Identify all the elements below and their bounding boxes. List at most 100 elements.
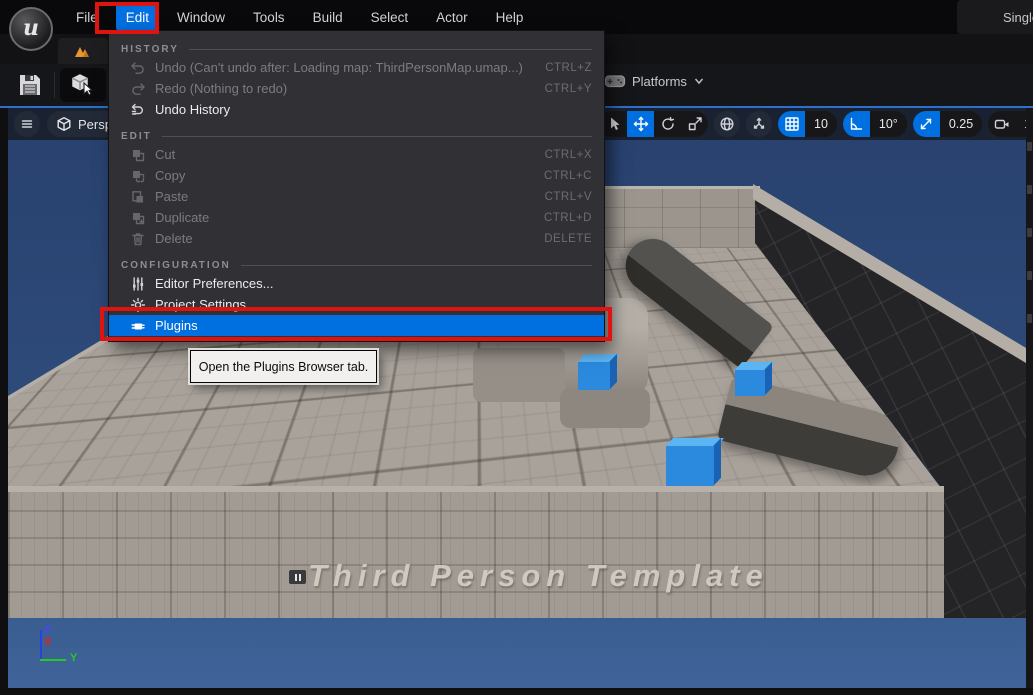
gamepad-icon xyxy=(604,72,626,90)
platform-front-face: Third Person Template xyxy=(8,492,944,620)
toolbar-separator xyxy=(54,72,55,98)
cut-icon xyxy=(129,146,146,163)
menubar-item-actor[interactable]: Actor xyxy=(426,5,478,30)
menu-item-label: Copy xyxy=(155,168,544,183)
menu-item-label: Undo (Can't undo after: Loading map: Thi… xyxy=(155,60,545,75)
angle-snap-control: 10° xyxy=(843,111,907,137)
menu-item-label: Cut xyxy=(155,147,545,162)
menu-item-label: Editor Preferences... xyxy=(155,276,592,291)
platforms-dropdown[interactable]: Platforms xyxy=(604,72,705,90)
scale-tool-button[interactable] xyxy=(681,111,708,137)
menu-item-copy[interactable]: CopyCTRL+C xyxy=(109,165,604,186)
chevron-down-icon xyxy=(693,75,705,87)
coordinate-system-button[interactable] xyxy=(714,111,740,137)
tooltip: Open the Plugins Browser tab. xyxy=(190,350,377,383)
delete-icon xyxy=(129,230,146,247)
gray-platform xyxy=(473,348,565,402)
copy-icon xyxy=(129,167,146,184)
paste-icon xyxy=(129,188,146,205)
menu-item-label: Redo (Nothing to redo) xyxy=(155,81,545,96)
menu-item-paste[interactable]: PasteCTRL+V xyxy=(109,186,604,207)
rotate-tool-button[interactable] xyxy=(654,111,681,137)
save-icon xyxy=(17,73,43,97)
menu-item-cut[interactable]: CutCTRL+X xyxy=(109,144,604,165)
menu-item-label: Duplicate xyxy=(155,210,544,225)
menubar-item-build[interactable]: Build xyxy=(303,5,353,30)
surface-snap-button[interactable] xyxy=(746,111,772,137)
axis-gizmo: Z X Y xyxy=(32,624,112,674)
redo-icon xyxy=(129,80,146,97)
surface-snap-icon xyxy=(751,116,767,132)
viewport-options-button[interactable] xyxy=(14,111,40,137)
globe-icon xyxy=(719,116,735,132)
scale-snap-control: 0.25 xyxy=(913,111,982,137)
mouse-cursor xyxy=(366,388,388,410)
menu-item-label: Undo History xyxy=(155,102,592,117)
axis-x-label: X xyxy=(44,636,51,648)
layout-chip-label: Single xyxy=(1003,10,1033,25)
perspective-label: Persp xyxy=(78,117,112,132)
grid-snap-icon[interactable] xyxy=(778,111,805,137)
menu-item-shortcut: CTRL+Z xyxy=(545,62,592,74)
menu-section-header: CONFIGURATION xyxy=(121,257,592,273)
menu-item-redo-nothing-to-redo[interactable]: Redo (Nothing to redo)CTRL+Y xyxy=(109,78,604,99)
move-tool-button[interactable] xyxy=(627,111,654,137)
undo-icon xyxy=(129,59,146,76)
blue-cube-mesh xyxy=(735,370,765,396)
menubar-item-window[interactable]: Window xyxy=(167,5,235,30)
undo-history-icon xyxy=(129,101,146,118)
menu-item-shortcut: DELETE xyxy=(544,233,592,245)
annotation-box-edit xyxy=(95,2,159,34)
menu-item-label: Delete xyxy=(155,231,544,246)
platforms-label: Platforms xyxy=(632,74,687,89)
menu-item-shortcut: CTRL+X xyxy=(545,149,592,161)
hamburger-icon xyxy=(19,116,35,132)
viewport-bottom-border xyxy=(0,688,1033,695)
menu-section-header: EDIT xyxy=(121,128,592,144)
menubar-item-tools[interactable]: Tools xyxy=(243,5,295,30)
menu-item-shortcut: CTRL+Y xyxy=(545,83,592,95)
grid-snap-control: 10 xyxy=(778,111,837,137)
edit-menu: HISTORY Undo (Can't undo after: Loading m… xyxy=(108,30,605,342)
menu-item-shortcut: CTRL+D xyxy=(544,212,592,224)
menu-item-shortcut: CTRL+C xyxy=(544,170,592,182)
text-actor-badge xyxy=(289,570,306,584)
cube-icon xyxy=(56,116,72,132)
scale-snap-icon[interactable] xyxy=(913,111,940,137)
angle-snap-value[interactable]: 10° xyxy=(870,111,907,137)
save-button[interactable] xyxy=(12,70,48,100)
duplicate-icon xyxy=(129,209,146,226)
menu-item-editor-preferences[interactable]: Editor Preferences... xyxy=(109,273,604,294)
grid-snap-value[interactable]: 10 xyxy=(805,111,837,137)
menu-item-undo-can-t-undo-after-lo[interactable]: Undo (Can't undo after: Loading map: Thi… xyxy=(109,57,604,78)
select-mode-button[interactable] xyxy=(60,68,106,102)
menu-item-undo-history[interactable]: Undo History xyxy=(109,99,604,120)
right-panel-tab-strip[interactable] xyxy=(1026,108,1033,695)
axis-y-label: Y xyxy=(70,652,77,664)
gray-platform xyxy=(560,388,650,428)
scale-snap-value[interactable]: 0.25 xyxy=(940,111,982,137)
viewport-left-border xyxy=(0,108,8,695)
floor-title-text: Third Person Template xyxy=(308,558,769,594)
menubar-item-help[interactable]: Help xyxy=(486,5,534,30)
menu-item-delete[interactable]: DeleteDELETE xyxy=(109,228,604,249)
menu-section-header: HISTORY xyxy=(121,41,592,57)
water-plane xyxy=(8,618,1026,688)
menu-item-shortcut: CTRL+V xyxy=(545,191,592,203)
unreal-logo-icon[interactable]: u xyxy=(9,7,53,51)
camera-speed-icon[interactable] xyxy=(988,111,1015,137)
select-mode-icon xyxy=(70,73,96,97)
level-tab-icon xyxy=(74,44,92,58)
blue-cube-mesh xyxy=(666,446,714,486)
tooltip-text: Open the Plugins Browser tab. xyxy=(199,360,369,374)
axis-z-label: Z xyxy=(44,624,51,636)
sliders-icon xyxy=(129,275,146,292)
menubar-item-select[interactable]: Select xyxy=(361,5,419,30)
level-tab[interactable] xyxy=(58,38,108,64)
angle-snap-icon[interactable] xyxy=(843,111,870,137)
menu-item-duplicate[interactable]: DuplicateCTRL+D xyxy=(109,207,604,228)
blue-cube-mesh xyxy=(578,362,610,390)
layout-chip[interactable]: Single xyxy=(957,0,1033,34)
menu-item-label: Paste xyxy=(155,189,545,204)
transform-tools xyxy=(600,111,708,137)
